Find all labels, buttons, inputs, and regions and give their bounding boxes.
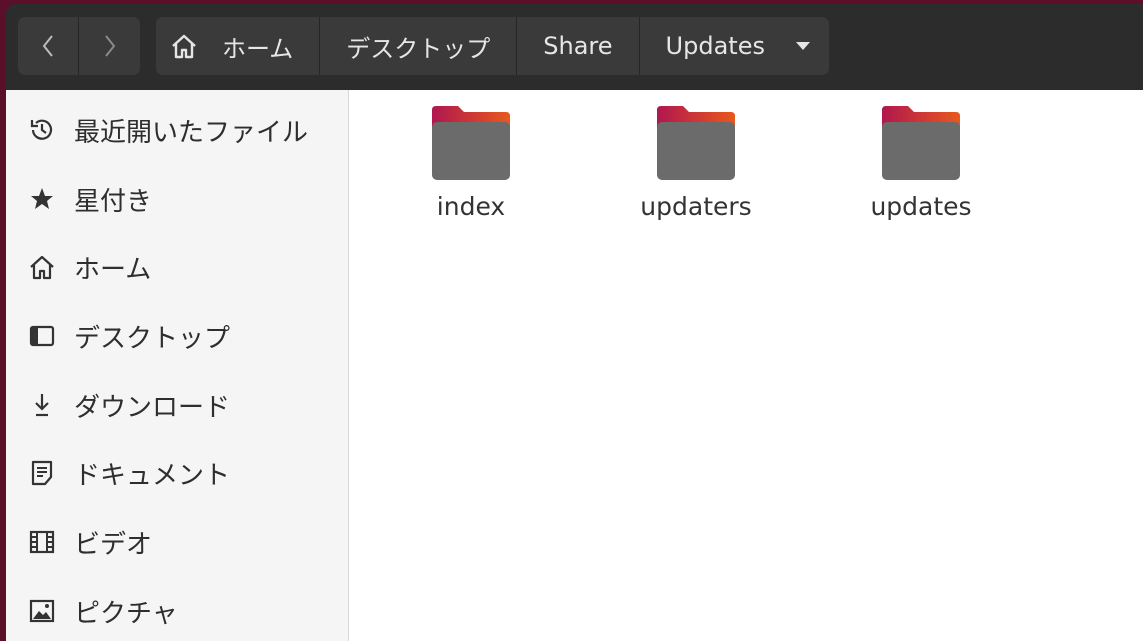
star-icon — [28, 185, 56, 213]
breadcrumb-label: Updates — [665, 32, 765, 60]
file-view: index updaters updates — [349, 90, 1143, 641]
folder-item-updaters[interactable]: updaters — [611, 104, 781, 221]
navigation-buttons — [18, 17, 140, 75]
header-bar: ホーム デスクトップ Share Updates — [6, 4, 1143, 90]
folder-name: index — [436, 192, 506, 221]
sidebar-item-label: ビデオ — [74, 529, 153, 560]
sidebar-item-label: ダウンロード — [74, 392, 231, 423]
sidebar-item-label: ピクチャ — [74, 598, 178, 629]
sidebar-item-videos[interactable]: ビデオ — [6, 512, 348, 572]
back-button[interactable] — [18, 17, 79, 75]
breadcrumb: ホーム デスクトップ Share Updates — [156, 17, 829, 75]
folder-icon — [432, 106, 510, 180]
folder-name: updates — [870, 192, 972, 221]
chevron-left-icon — [42, 35, 53, 57]
breadcrumb-share[interactable]: Share — [517, 17, 640, 75]
sidebar-item-label: ホーム — [74, 254, 152, 285]
folder-item-index[interactable]: index — [386, 104, 556, 221]
breadcrumb-label: デスクトップ — [346, 34, 491, 63]
file-manager-window: ホーム デスクトップ Share Updates 最近開いたファイル 星付き ホ… — [6, 4, 1143, 641]
home-icon — [172, 34, 196, 59]
sidebar-item-starred[interactable]: 星付き — [6, 169, 348, 229]
desktop-icon — [28, 322, 56, 350]
folder-name: updaters — [640, 192, 752, 221]
sidebar-item-desktop[interactable]: デスクトップ — [6, 306, 348, 366]
video-icon — [28, 528, 56, 556]
chevron-right-icon — [104, 35, 115, 57]
sidebar-item-label: デスクトップ — [74, 323, 231, 354]
recent-icon — [28, 116, 56, 144]
breadcrumb-label: Share — [543, 32, 613, 60]
breadcrumb-updates[interactable]: Updates — [639, 17, 829, 75]
folder-icon — [657, 106, 735, 180]
sidebar-item-home[interactable]: ホーム — [6, 237, 348, 297]
folder-icon — [882, 106, 960, 180]
sidebar-item-label: 星付き — [74, 186, 153, 217]
home-icon — [28, 253, 56, 281]
sidebar-item-label: ドキュメント — [74, 460, 231, 491]
folder-item-updates[interactable]: updates — [836, 104, 1006, 221]
sidebar-item-documents[interactable]: ドキュメント — [6, 443, 348, 503]
picture-icon — [28, 597, 56, 625]
forward-button[interactable] — [79, 17, 140, 75]
sidebar-item-label: 最近開いたファイル — [74, 117, 309, 148]
sidebar-item-recent[interactable]: 最近開いたファイル — [6, 100, 348, 160]
breadcrumb-desktop[interactable]: デスクトップ — [320, 17, 518, 75]
breadcrumb-home[interactable]: ホーム — [156, 17, 321, 75]
download-icon — [28, 391, 56, 419]
sidebar: 最近開いたファイル 星付き ホーム デスクトップ ダウンロード ドキュメント ビ… — [6, 90, 349, 641]
document-icon — [28, 459, 56, 487]
sidebar-item-pictures[interactable]: ピクチャ — [6, 581, 348, 641]
sidebar-item-downloads[interactable]: ダウンロード — [6, 375, 348, 435]
breadcrumb-label: ホーム — [222, 34, 294, 63]
dropdown-caret-icon[interactable] — [795, 41, 811, 51]
